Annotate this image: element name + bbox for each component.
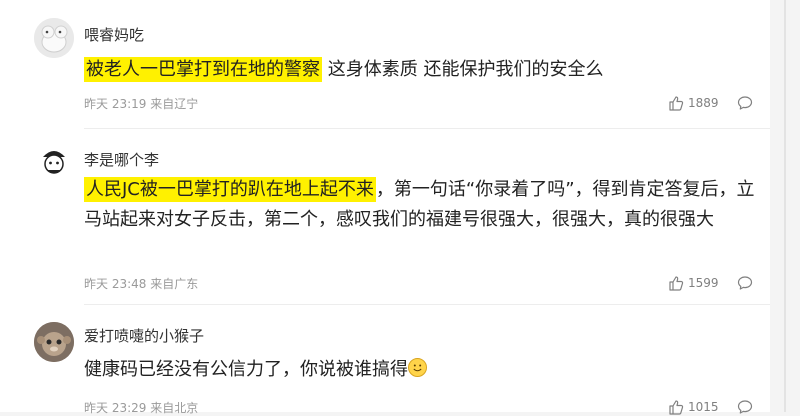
avatar[interactable]: [34, 18, 74, 58]
like-count: 1599: [688, 276, 719, 290]
avatar[interactable]: [34, 143, 74, 183]
comment-author[interactable]: 李是哪个李: [84, 149, 159, 170]
comment-text-rest: 健康码已经没有公信力了，你说被谁搞得: [84, 359, 408, 380]
comment-location: 来自北京: [150, 401, 199, 415]
comment-location: 来自广东: [150, 277, 199, 291]
comment-time: 昨天 23:19: [84, 97, 147, 111]
thumbs-up-icon[interactable]: [668, 95, 684, 111]
comment-author[interactable]: 喂睿妈吃: [84, 24, 144, 45]
comment-meta: 昨天 23:48 来自广东: [84, 275, 198, 292]
comment-time: 昨天 23:29: [84, 401, 147, 415]
like-count: 1015: [688, 400, 719, 414]
comment-bubble-icon[interactable]: [737, 399, 753, 415]
comment-actions: 1599: [668, 275, 760, 291]
comment-text-rest: 这身体素质 还能保护我们的安全么: [322, 59, 604, 80]
scrollbar[interactable]: [784, 0, 786, 412]
thumbs-up-icon[interactable]: [668, 399, 684, 415]
avatar[interactable]: [34, 322, 74, 362]
comment-list: 喂睿妈吃 被老人一巴掌打到在地的警察 这身体素质 还能保护我们的安全么 昨天 2…: [0, 0, 770, 415]
thumbs-up-icon[interactable]: [668, 275, 684, 291]
comment-time: 昨天 23:48: [84, 277, 147, 291]
comment-bubble-icon[interactable]: [737, 95, 753, 111]
comment-text: 健康码已经没有公信力了，你说被谁搞得: [84, 355, 764, 385]
comment-text: 人民JC被一巴掌打的趴在地上起不来 ，第一句话“你录着了吗”，得到肯定答复后，立马…: [84, 175, 764, 235]
highlighted-text: 人民JC被一巴掌打的趴在地上起不来: [84, 177, 376, 202]
comment-actions: 1015: [668, 399, 760, 415]
smiley-emoji-icon: [408, 358, 427, 377]
highlighted-text: 被老人一巴掌打到在地的警察: [84, 57, 322, 82]
comment-location: 来自辽宁: [150, 97, 199, 111]
comment-author[interactable]: 爱打喷嚏的小猴子: [84, 325, 204, 346]
comment-meta: 昨天 23:19 来自辽宁: [84, 95, 198, 112]
comment-bubble-icon[interactable]: [737, 275, 753, 291]
divider: [84, 304, 770, 305]
like-count: 1889: [688, 96, 719, 110]
comment-meta: 昨天 23:29 来自北京: [84, 399, 198, 416]
comment-text: 被老人一巴掌打到在地的警察 这身体素质 还能保护我们的安全么: [84, 55, 764, 85]
divider: [84, 128, 770, 129]
comment-actions: 1889: [668, 95, 760, 111]
